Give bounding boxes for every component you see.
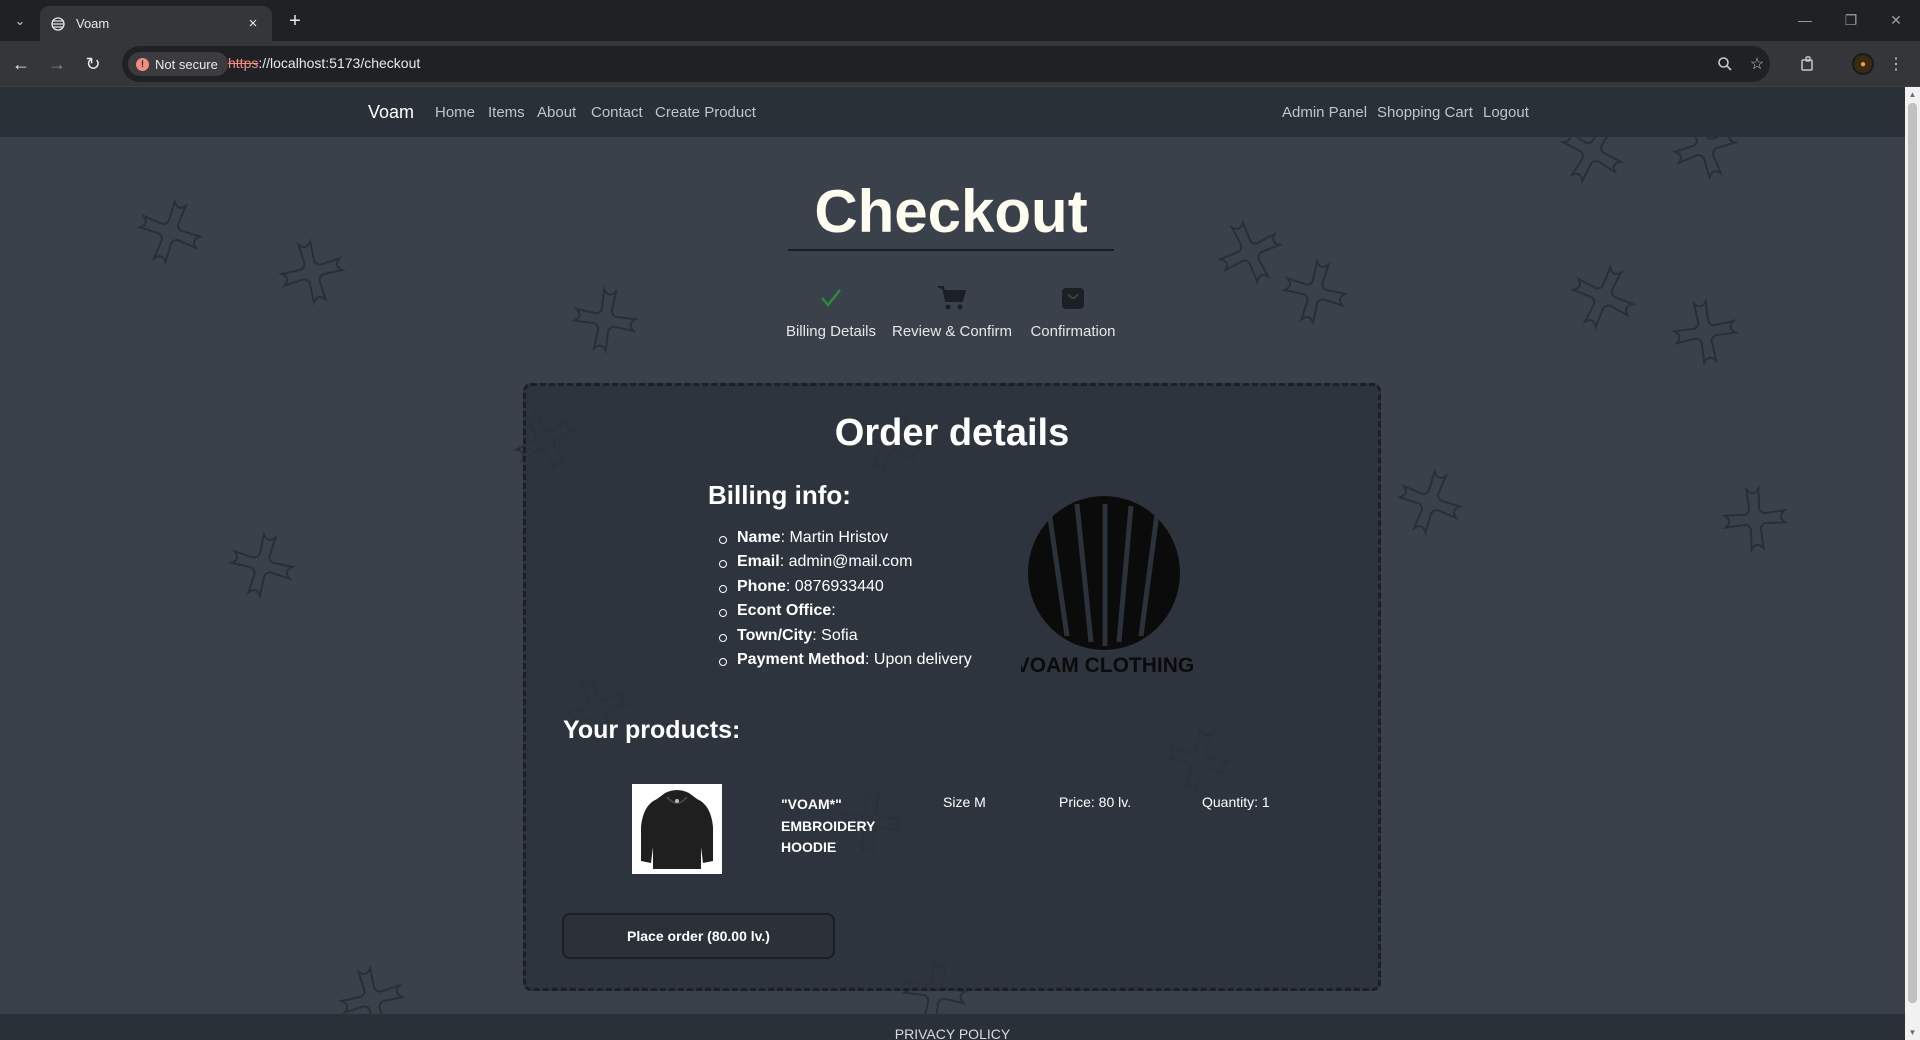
billing-town: Town/City: Sofia	[708, 627, 972, 651]
nav-link-admin-panel[interactable]: Admin Panel	[1282, 104, 1367, 121]
product-name: "VOAM*" EMBROIDERY HOODIE	[781, 796, 876, 855]
site-footer: PRIVACY POLICY	[0, 1014, 1905, 1040]
address-bar[interactable]: ! Not secure https://localhost:5173/chec…	[122, 46, 1770, 82]
billing-name: Name: Martin Hristov	[708, 529, 972, 553]
security-label: Not secure	[155, 56, 218, 72]
browser-toolbar: ← → ↻ ! Not secure https://localhost:517…	[0, 41, 1920, 87]
extensions-puzzle-icon[interactable]	[1796, 52, 1820, 76]
reload-icon[interactable]: ↻	[80, 51, 106, 77]
back-arrow-icon[interactable]: ←	[8, 51, 34, 77]
step-confirmation: Confirmation	[998, 283, 1148, 340]
profile-avatar[interactable]: ●	[1852, 53, 1874, 75]
tab-search-chevron-icon[interactable]: ⌄	[8, 9, 32, 33]
new-tab-plus-icon[interactable]: +	[282, 9, 308, 33]
product-thumbnail-hoodie	[632, 784, 722, 874]
brand-link[interactable]: Voam	[368, 102, 414, 123]
title-divider	[788, 249, 1114, 251]
order-details-title: Order details	[834, 412, 1070, 454]
security-chip[interactable]: ! Not secure	[128, 52, 228, 76]
billing-payment-method: Payment Method: Upon delivery	[708, 651, 972, 675]
privacy-policy-link[interactable]: PRIVACY POLICY	[0, 1026, 1905, 1040]
svg-text:VOAM CLOTHING: VOAM CLOTHING	[1021, 654, 1194, 676]
nav-link-items[interactable]: Items	[488, 104, 525, 121]
billing-email: Email: admin@mail.com	[708, 553, 972, 577]
order-details-card: Order details Billing info: Name: Martin…	[523, 383, 1381, 991]
nav-link-about[interactable]: About	[537, 104, 576, 121]
minimize-icon[interactable]: —	[1790, 8, 1820, 32]
nav-link-shopping-cart[interactable]: Shopping Cart	[1377, 104, 1473, 121]
globe-icon	[50, 16, 66, 32]
step-label: Confirmation	[1030, 323, 1116, 340]
close-window-icon[interactable]: ✕	[1881, 8, 1911, 32]
url-text[interactable]: https://localhost:5173/checkout	[228, 55, 420, 71]
billing-info-list: Name: Martin Hristov Email: admin@mail.c…	[708, 529, 972, 675]
billing-info-heading: Billing info:	[708, 480, 851, 510]
your-products-heading: Your products:	[563, 716, 741, 744]
scroll-down-arrow-icon[interactable]: ▼	[1905, 1025, 1920, 1040]
product-size: Size M	[943, 794, 986, 810]
not-secure-warning-icon: !	[136, 57, 149, 71]
url-path: ://localhost:5173/checkout	[258, 55, 421, 71]
place-order-button[interactable]: Place order (80.00 lv.)	[562, 913, 835, 959]
scroll-up-arrow-icon[interactable]: ▲	[1905, 87, 1920, 102]
product-row: "VOAM*" EMBROIDERY HOODIE Size M Price: …	[526, 784, 1378, 880]
browser-tab[interactable]: Voam ×	[40, 6, 272, 41]
product-price: Price: 80 lv.	[1059, 794, 1132, 810]
nav-link-create-product[interactable]: Create Product	[655, 104, 756, 121]
scrollbar-thumb[interactable]	[1908, 103, 1917, 1003]
zoom-magnifier-icon[interactable]	[1714, 53, 1736, 75]
bookmark-star-icon[interactable]: ☆	[1746, 53, 1768, 75]
url-scheme: https	[228, 55, 259, 71]
site-navbar: Voam Home Items About Contact Create Pro…	[0, 87, 1905, 137]
product-quantity: Quantity: 1	[1202, 794, 1270, 810]
chrome-menu-icon[interactable]: ⋮	[1884, 52, 1908, 76]
page-viewport: Voam Home Items About Contact Create Pro…	[0, 87, 1905, 1040]
tab-title: Voam	[76, 16, 110, 31]
page-title: Checkout	[814, 178, 1088, 245]
page-scrollbar[interactable]: ▲ ▼	[1905, 87, 1920, 1040]
nav-link-logout[interactable]: Logout	[1483, 104, 1529, 121]
shopping-bag-icon	[998, 283, 1148, 313]
restore-icon[interactable]: ❐	[1836, 8, 1866, 32]
nav-link-contact[interactable]: Contact	[591, 104, 643, 121]
billing-econt-office: Econt Office:	[708, 602, 972, 626]
browser-tabstrip: ⌄ Voam × + — ❐ ✕	[0, 0, 1920, 41]
voam-clothing-logo: VOAM CLOTHING	[1021, 496, 1194, 676]
billing-phone: Phone: 0876933440	[708, 578, 972, 602]
forward-arrow-icon[interactable]: →	[44, 51, 70, 77]
nav-link-home[interactable]: Home	[435, 104, 475, 121]
close-tab-icon[interactable]: ×	[244, 15, 262, 33]
